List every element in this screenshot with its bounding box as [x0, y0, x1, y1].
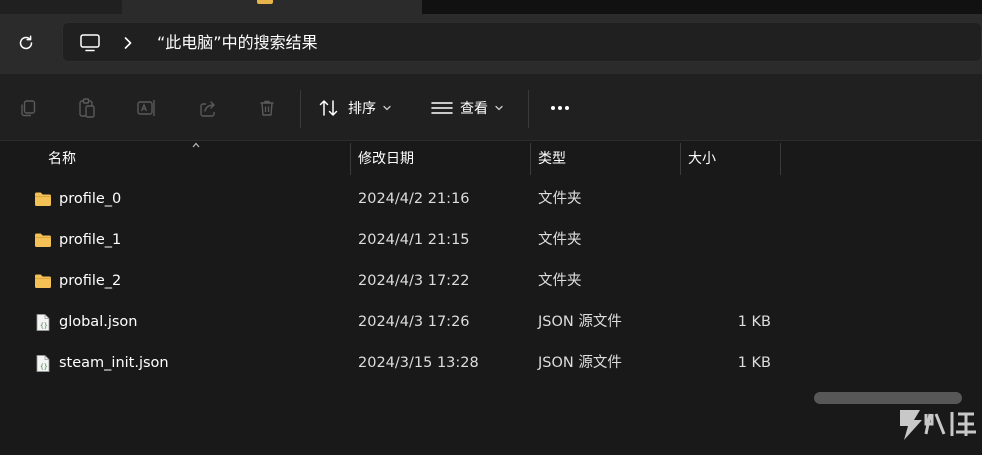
file-row[interactable]: {} global.json 2024/4/3 17:26 JSON 源文件 1… [0, 302, 982, 343]
copy-icon[interactable] [16, 96, 40, 120]
file-name: profile_1 [59, 232, 122, 248]
file-name: profile_2 [59, 273, 122, 289]
active-tab[interactable] [122, 0, 422, 14]
command-bar: 排序 查看 [0, 74, 982, 141]
file-type: 文件夹 [538, 232, 582, 248]
file-size: 1 KB [737, 314, 771, 330]
paste-icon[interactable] [75, 96, 99, 120]
sort-label: 排序 [348, 101, 376, 117]
file-name: steam_init.json [59, 355, 169, 371]
file-type: JSON 源文件 [538, 314, 622, 330]
json-file-icon: {} [36, 314, 50, 331]
file-date: 2024/4/3 17:26 [358, 314, 470, 330]
file-name: profile_0 [59, 191, 122, 207]
file-row[interactable]: profile_2 2024/4/3 17:22 文件夹 [0, 261, 982, 302]
view-button[interactable]: 查看 [430, 94, 504, 122]
delete-icon[interactable] [255, 96, 279, 120]
toolbar-divider [300, 90, 301, 128]
file-row[interactable]: profile_0 2024/4/2 21:16 文件夹 [0, 179, 982, 220]
svg-text:{}: {} [40, 322, 48, 330]
column-header-name[interactable]: 名称 [41, 143, 350, 175]
file-row[interactable]: {} steam_init.json 2024/3/15 13:28 JSON … [0, 343, 982, 384]
tab-folder-icon [257, 0, 273, 4]
json-file-icon: {} [36, 355, 50, 372]
view-icon [431, 102, 453, 114]
tab-strip [0, 0, 982, 14]
toolbar-divider [528, 90, 529, 128]
file-size [690, 220, 771, 261]
column-header-type[interactable]: 类型 [531, 143, 680, 175]
share-icon[interactable] [196, 96, 220, 120]
refresh-icon[interactable] [14, 30, 38, 56]
file-date: 2024/4/2 21:16 [358, 191, 470, 207]
tab-background-area [422, 0, 982, 14]
file-date: 2024/3/15 13:28 [358, 355, 479, 371]
folder-icon [35, 233, 51, 247]
file-date: 2024/4/3 17:22 [358, 273, 470, 289]
file-date: 2024/4/1 21:15 [358, 232, 470, 248]
column-header-size[interactable]: 大小 [681, 143, 780, 175]
svg-text:{}: {} [40, 363, 48, 371]
file-size: 1 KB [737, 355, 771, 371]
chevron-down-icon [495, 105, 503, 111]
column-divider[interactable] [780, 143, 781, 175]
file-type: JSON 源文件 [538, 355, 622, 371]
file-list: 名称 修改日期 类型 大小 profile_0 2024/4/2 21:16 文… [0, 141, 982, 455]
address-row: “此电脑”中的搜索结果 [0, 14, 982, 74]
address-bar[interactable]: “此电脑”中的搜索结果 [62, 22, 982, 62]
folder-icon [35, 274, 51, 288]
address-path[interactable]: “此电脑”中的搜索结果 [157, 32, 318, 54]
file-type: 文件夹 [538, 273, 582, 289]
file-size [690, 179, 771, 220]
file-size [690, 261, 771, 302]
sort-icon [319, 100, 338, 116]
sort-button[interactable]: 排序 [318, 94, 392, 122]
rename-icon[interactable] [135, 96, 159, 120]
chevron-right-icon[interactable] [121, 35, 135, 51]
file-row[interactable]: profile_1 2024/4/1 21:15 文件夹 [0, 220, 982, 261]
column-header-row: 名称 修改日期 类型 大小 [0, 142, 982, 175]
view-label: 查看 [460, 101, 488, 117]
this-pc-icon [79, 33, 101, 53]
watermark-logo [900, 410, 976, 440]
folder-icon [35, 192, 51, 206]
file-name: global.json [59, 314, 138, 330]
column-header-date[interactable]: 修改日期 [351, 143, 530, 175]
file-rows: profile_0 2024/4/2 21:16 文件夹 profile_1 2… [0, 179, 982, 384]
chevron-down-icon [383, 105, 391, 111]
file-type: 文件夹 [538, 191, 582, 207]
more-icon[interactable] [548, 94, 572, 122]
